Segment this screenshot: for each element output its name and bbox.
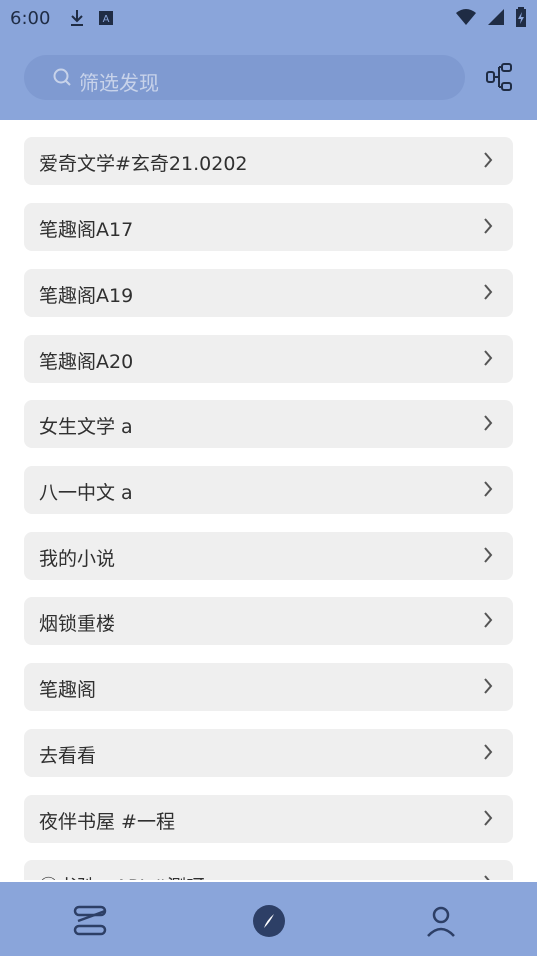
app-header: 6:00 A 筛选发现 <box>0 0 537 120</box>
list-item[interactable]: 我的小说 <box>24 532 513 580</box>
font-icon: A <box>98 10 114 30</box>
chevron-right-icon <box>483 414 493 436</box>
list-item[interactable]: 笔趣阁A19 <box>24 269 513 317</box>
search-icon <box>52 67 72 91</box>
list-item[interactable]: 笔趣阁 <box>24 663 513 711</box>
profile-icon[interactable] <box>424 904 458 942</box>
status-time: 6:00 <box>10 8 51 29</box>
list-item[interactable]: 笔趣阁A20 <box>24 335 513 383</box>
list-item[interactable]: 笔趣阁A17 <box>24 203 513 251</box>
list-item[interactable]: ㊣书驰 - API #测呀 <box>24 860 513 880</box>
svg-text:A: A <box>103 14 110 25</box>
list-item[interactable]: 女生文学 a <box>24 400 513 448</box>
list-item[interactable]: 烟锁重楼 <box>24 597 513 645</box>
bottom-nav <box>0 882 537 956</box>
chevron-right-icon <box>483 349 493 371</box>
battery-icon <box>515 7 527 31</box>
search-input[interactable]: 筛选发现 <box>24 55 465 100</box>
list-item[interactable]: 八一中文 a <box>24 466 513 514</box>
discovery-list: 爱奇文学#玄奇21.0202 笔趣阁A17 笔趣阁A19 笔趣阁A20 女生文学… <box>0 120 537 880</box>
chevron-right-icon <box>483 743 493 765</box>
chevron-right-icon <box>483 611 493 633</box>
list-item[interactable]: 夜伴书屋 #一程 <box>24 795 513 843</box>
wifi-icon <box>455 8 477 30</box>
chevron-right-icon <box>483 809 493 831</box>
bookshelf-icon[interactable] <box>72 904 108 942</box>
list-item[interactable]: 爱奇文学#玄奇21.0202 <box>24 137 513 185</box>
chevron-right-icon <box>483 546 493 568</box>
chevron-right-icon <box>483 480 493 502</box>
signal-icon <box>487 8 505 30</box>
chevron-right-icon <box>483 283 493 305</box>
chevron-right-icon <box>483 217 493 239</box>
group-icon[interactable] <box>485 62 515 96</box>
chevron-right-icon <box>483 677 493 699</box>
list-item[interactable]: 去看看 <box>24 729 513 777</box>
chevron-right-icon <box>483 151 493 173</box>
chevron-right-icon <box>483 874 493 880</box>
explore-icon[interactable] <box>252 904 286 942</box>
search-placeholder: 筛选发现 <box>79 71 159 95</box>
download-icon <box>68 8 86 32</box>
